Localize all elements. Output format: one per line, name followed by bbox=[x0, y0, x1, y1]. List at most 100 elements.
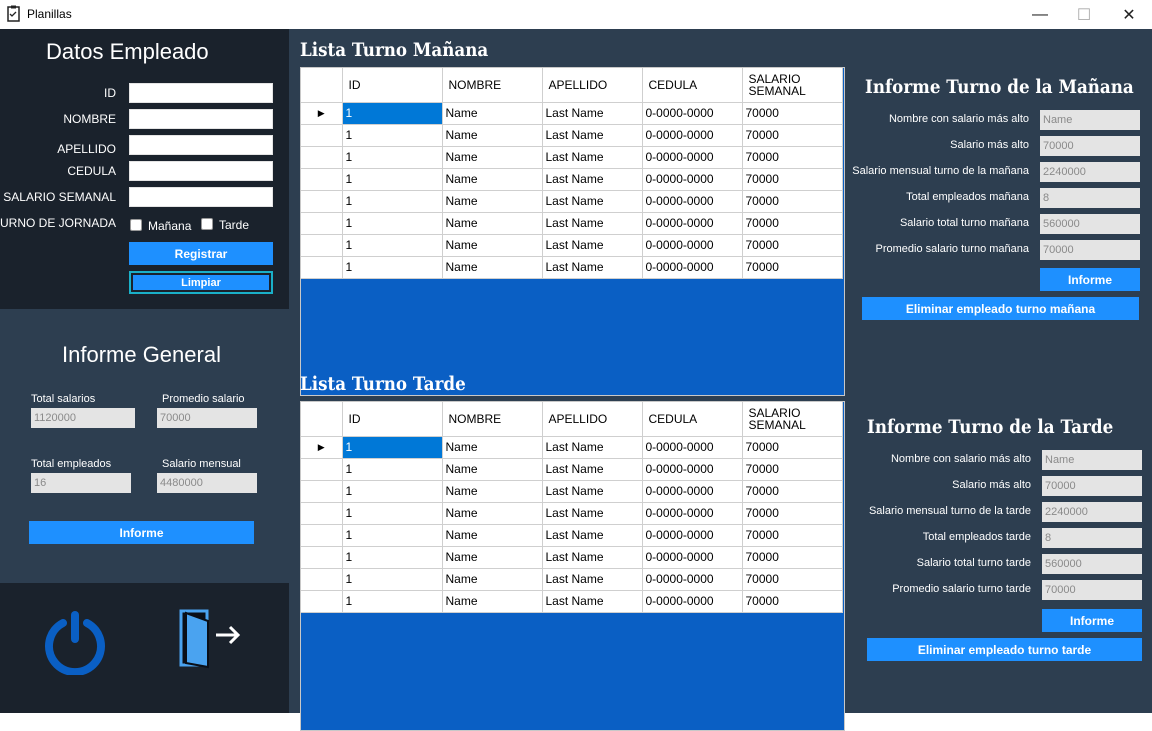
table-cell[interactable]: 0-0000-0000 bbox=[642, 234, 743, 257]
table-cell[interactable]: 0-0000-0000 bbox=[642, 190, 743, 213]
table-cell[interactable]: 0-0000-0000 bbox=[642, 102, 743, 125]
row-header[interactable]: ▶ bbox=[301, 102, 343, 125]
table-cell[interactable]: 70000 bbox=[742, 146, 843, 169]
table-cell[interactable]: Last Name bbox=[542, 256, 643, 279]
table-cell[interactable]: Name bbox=[442, 524, 543, 547]
table-cell[interactable]: Last Name bbox=[542, 436, 643, 459]
report-field[interactable]: 560000 bbox=[1042, 554, 1142, 574]
table-row[interactable]: 1 Name Last Name 0-0000-0000 70000 bbox=[301, 256, 843, 279]
tarde-grid[interactable]: ID NOMBRE APELLIDO CEDULA SALARIO SEMANA… bbox=[300, 401, 845, 731]
table-cell[interactable]: Name bbox=[442, 168, 543, 191]
table-cell[interactable]: Last Name bbox=[542, 458, 643, 481]
row-header[interactable] bbox=[301, 458, 343, 481]
table-cell[interactable]: Name bbox=[442, 234, 543, 257]
table-row[interactable]: 1 Name Last Name 0-0000-0000 70000 bbox=[301, 524, 843, 547]
table-cell[interactable]: 1 bbox=[342, 502, 443, 525]
table-cell[interactable]: 0-0000-0000 bbox=[642, 458, 743, 481]
table-cell[interactable]: 0-0000-0000 bbox=[642, 546, 743, 569]
table-cell[interactable]: Name bbox=[442, 502, 543, 525]
table-cell[interactable]: 70000 bbox=[742, 590, 843, 613]
table-cell[interactable]: Name bbox=[442, 256, 543, 279]
row-header[interactable] bbox=[301, 524, 343, 547]
table-cell[interactable]: Name bbox=[442, 102, 543, 125]
row-header[interactable] bbox=[301, 124, 343, 147]
table-cell[interactable]: 0-0000-0000 bbox=[642, 124, 743, 147]
table-cell[interactable]: 0-0000-0000 bbox=[642, 480, 743, 503]
id-input[interactable] bbox=[129, 83, 273, 103]
table-cell[interactable]: 0-0000-0000 bbox=[642, 212, 743, 235]
row-header[interactable] bbox=[301, 502, 343, 525]
report-field[interactable]: 2240000 bbox=[1042, 502, 1142, 522]
report-field[interactable]: Name bbox=[1040, 110, 1140, 130]
table-cell[interactable]: Name bbox=[442, 212, 543, 235]
cedula-input[interactable] bbox=[129, 161, 273, 181]
table-cell[interactable]: Last Name bbox=[542, 146, 643, 169]
table-cell[interactable]: Last Name bbox=[542, 502, 643, 525]
table-cell[interactable]: Last Name bbox=[542, 102, 643, 125]
eliminar-tarde-button[interactable]: Eliminar empleado turno tarde bbox=[867, 638, 1142, 661]
table-cell[interactable]: Name bbox=[442, 190, 543, 213]
promedio-field[interactable]: 70000 bbox=[157, 408, 257, 428]
table-row[interactable]: 1 Name Last Name 0-0000-0000 70000 bbox=[301, 146, 843, 169]
limpiar-button[interactable]: Limpiar bbox=[129, 271, 273, 294]
row-header[interactable] bbox=[301, 590, 343, 613]
apellido-input[interactable] bbox=[129, 135, 273, 155]
table-cell[interactable]: Name bbox=[442, 436, 543, 459]
report-field[interactable]: 70000 bbox=[1042, 580, 1142, 600]
table-cell[interactable]: 70000 bbox=[742, 212, 843, 235]
total-empleados-field[interactable]: 16 bbox=[31, 473, 131, 493]
table-cell[interactable]: Last Name bbox=[542, 234, 643, 257]
table-row[interactable]: 1 Name Last Name 0-0000-0000 70000 bbox=[301, 502, 843, 525]
report-field[interactable]: 70000 bbox=[1040, 240, 1140, 260]
row-header[interactable] bbox=[301, 212, 343, 235]
table-cell[interactable]: 0-0000-0000 bbox=[642, 502, 743, 525]
row-header[interactable] bbox=[301, 146, 343, 169]
table-cell[interactable]: Last Name bbox=[542, 480, 643, 503]
table-cell[interactable]: Name bbox=[442, 146, 543, 169]
table-cell[interactable]: Last Name bbox=[542, 568, 643, 591]
table-cell[interactable]: 1 bbox=[342, 124, 443, 147]
table-cell[interactable]: 1 bbox=[342, 524, 443, 547]
table-cell[interactable]: 1 bbox=[342, 212, 443, 235]
column-header[interactable]: NOMBRE bbox=[442, 68, 543, 103]
table-row[interactable]: 1 Name Last Name 0-0000-0000 70000 bbox=[301, 590, 843, 613]
table-cell[interactable]: Name bbox=[442, 124, 543, 147]
column-header[interactable]: APELLIDO bbox=[542, 68, 643, 103]
table-cell[interactable]: 1 bbox=[342, 234, 443, 257]
table-cell[interactable]: 1 bbox=[342, 436, 443, 459]
table-row[interactable]: 1 Name Last Name 0-0000-0000 70000 bbox=[301, 480, 843, 503]
table-cell[interactable]: Last Name bbox=[542, 524, 643, 547]
report-field[interactable]: 70000 bbox=[1040, 136, 1140, 156]
table-cell[interactable]: Last Name bbox=[542, 124, 643, 147]
column-header[interactable]: CEDULA bbox=[642, 68, 743, 103]
row-header[interactable] bbox=[301, 256, 343, 279]
column-header[interactable]: NOMBRE bbox=[442, 402, 543, 437]
exit-door-icon[interactable] bbox=[178, 607, 244, 669]
table-cell[interactable]: 70000 bbox=[742, 190, 843, 213]
table-cell[interactable]: 0-0000-0000 bbox=[642, 256, 743, 279]
row-header[interactable]: ▶ bbox=[301, 436, 343, 459]
table-cell[interactable]: Name bbox=[442, 546, 543, 569]
table-cell[interactable]: Name bbox=[442, 590, 543, 613]
report-field[interactable]: 560000 bbox=[1040, 214, 1140, 234]
eliminar-manana-button[interactable]: Eliminar empleado turno mañana bbox=[862, 297, 1139, 320]
row-header[interactable] bbox=[301, 190, 343, 213]
informe-tarde-button[interactable]: Informe bbox=[1042, 609, 1142, 632]
column-header[interactable]: APELLIDO bbox=[542, 402, 643, 437]
manana-grid[interactable]: ID NOMBRE APELLIDO CEDULA SALARIO SEMANA… bbox=[300, 67, 845, 396]
table-cell[interactable]: 1 bbox=[342, 480, 443, 503]
column-header[interactable]: ID bbox=[342, 402, 443, 437]
table-cell[interactable]: Last Name bbox=[542, 168, 643, 191]
nombre-input[interactable] bbox=[129, 109, 273, 129]
table-cell[interactable]: Last Name bbox=[542, 590, 643, 613]
table-cell[interactable]: 1 bbox=[342, 546, 443, 569]
table-cell[interactable]: 0-0000-0000 bbox=[642, 568, 743, 591]
table-cell[interactable]: 70000 bbox=[742, 480, 843, 503]
close-button[interactable]: ✕ bbox=[1106, 0, 1152, 29]
table-cell[interactable]: 0-0000-0000 bbox=[642, 524, 743, 547]
table-row[interactable]: ▶ 1 Name Last Name 0-0000-0000 70000 bbox=[301, 436, 843, 459]
table-row[interactable]: 1 Name Last Name 0-0000-0000 70000 bbox=[301, 568, 843, 591]
row-header[interactable] bbox=[301, 568, 343, 591]
table-cell[interactable]: Name bbox=[442, 458, 543, 481]
table-row[interactable]: 1 Name Last Name 0-0000-0000 70000 bbox=[301, 234, 843, 257]
